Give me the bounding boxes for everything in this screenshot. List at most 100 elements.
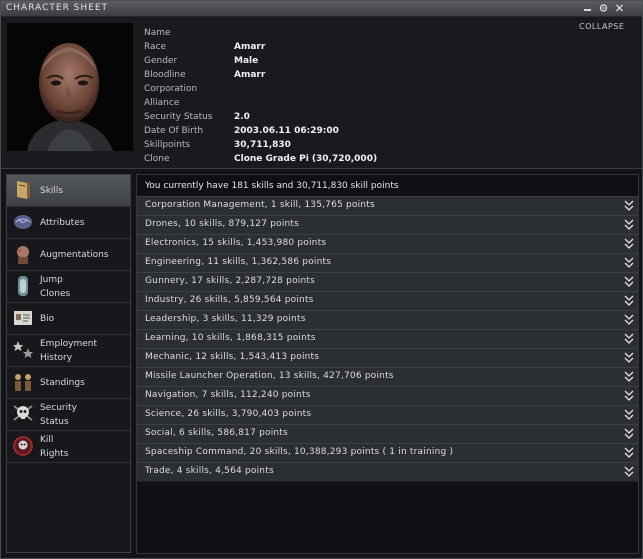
sidebar-nav: Skills Attributes Augmentations Jump Clo… <box>6 174 131 553</box>
info-label: Skillpoints <box>144 140 191 150</box>
info-value: 2003.06.11 06:29:00 <box>234 126 339 136</box>
chevron-down-icon[interactable] <box>623 446 635 459</box>
info-label: Corporation <box>144 84 198 94</box>
skill-group-label: Electronics, 15 skills, 1,453,980 points <box>145 238 327 248</box>
chevron-down-icon[interactable] <box>623 237 635 250</box>
skill-group-label: Gunnery, 17 skills, 2,287,728 points <box>145 276 316 286</box>
skill-group-label: Social, 6 skills, 586,817 points <box>145 428 288 438</box>
chevron-down-icon[interactable] <box>623 199 635 212</box>
chevron-down-icon[interactable] <box>623 427 635 440</box>
sidebar-item-attributes[interactable]: Attributes <box>7 207 130 239</box>
info-value: Male <box>234 56 259 66</box>
info-label: Clone <box>144 154 170 164</box>
augmentations-head-icon <box>11 242 35 266</box>
sidebar-item-label: Augmentations <box>40 249 109 260</box>
skill-group-label: Industry, 26 skills, 5,859,564 points <box>145 295 314 305</box>
info-row-date-of-birth: Date Of Birth 2003.06.11 06:29:00 <box>144 124 574 138</box>
sidebar-item-skills[interactable]: Skills <box>7 175 130 207</box>
info-row-race: Race Amarr <box>144 40 574 54</box>
skill-group-row[interactable]: Spaceship Command, 20 skills, 10,388,293… <box>137 443 638 463</box>
info-row-gender: Gender Male <box>144 54 574 68</box>
skill-group-label: Leadership, 3 skills, 11,329 points <box>145 314 306 324</box>
skill-group-label: Trade, 4 skills, 4,564 points <box>145 466 274 476</box>
info-label: Date Of Birth <box>144 126 204 136</box>
close-icon[interactable] <box>614 3 625 13</box>
skill-group-row[interactable]: Mechanic, 12 skills, 1,543,413 points <box>137 348 638 368</box>
skill-group-row[interactable]: Missile Launcher Operation, 13 skills, 4… <box>137 367 638 387</box>
skill-group-label: Missile Launcher Operation, 13 skills, 4… <box>145 371 394 381</box>
clone-vat-icon <box>11 274 35 298</box>
sidebar-item-bio[interactable]: Bio <box>7 303 130 335</box>
info-label: Security Status <box>144 112 213 122</box>
chevron-down-icon[interactable] <box>623 370 635 383</box>
info-value: Amarr <box>234 70 266 80</box>
character-portrait <box>7 23 133 151</box>
info-label: Race <box>144 42 167 52</box>
info-row-corporation: Corporation <box>144 82 574 96</box>
info-row-security-status: Security Status 2.0 <box>144 110 574 124</box>
skills-book-icon <box>11 178 35 202</box>
settings-icon[interactable] <box>598 3 609 13</box>
skill-group-row[interactable]: Learning, 10 skills, 1,868,315 points <box>137 329 638 349</box>
chevron-down-icon[interactable] <box>623 408 635 421</box>
standings-people-icon <box>11 370 35 394</box>
info-row-alliance: Alliance <box>144 96 574 110</box>
skill-group-label: Engineering, 11 skills, 1,362,586 points <box>145 257 332 267</box>
sidebar-item-label: Standings <box>40 377 85 388</box>
sidebar-item-label: Employment <box>40 338 98 349</box>
info-row-skillpoints: Skillpoints 30,711,830 <box>144 138 574 152</box>
sidebar-item-augmentations[interactable]: Augmentations <box>7 239 130 271</box>
security-skull-icon <box>11 402 35 426</box>
skill-group-label: Corporation Management, 1 skill, 135,765… <box>145 200 375 210</box>
employment-stars-icon <box>11 338 35 362</box>
skill-group-row[interactable]: Drones, 10 skills, 879,127 points <box>137 215 638 235</box>
chevron-down-icon[interactable] <box>623 465 635 478</box>
sidebar-item-label: Kill <box>40 434 54 445</box>
skill-group-label: Learning, 10 skills, 1,868,315 points <box>145 333 316 343</box>
skill-group-row[interactable]: Leadership, 3 skills, 11,329 points <box>137 310 638 330</box>
chevron-down-icon[interactable] <box>623 332 635 345</box>
info-value: Clone Grade Pi (30,720,000) <box>234 154 378 164</box>
sidebar-item-kill-rights[interactable]: Kill Rights <box>7 431 130 463</box>
chevron-down-icon[interactable] <box>623 351 635 364</box>
skill-group-row[interactable]: Electronics, 15 skills, 1,453,980 points <box>137 234 638 254</box>
info-row-name: Name <box>144 26 574 40</box>
skill-group-row[interactable]: Corporation Management, 1 skill, 135,765… <box>137 196 638 216</box>
info-row-clone: Clone Clone Grade Pi (30,720,000) <box>144 152 574 166</box>
skill-group-label: Mechanic, 12 skills, 1,543,413 points <box>145 352 320 362</box>
info-label: Name <box>144 28 171 38</box>
sidebar-item-employment-history[interactable]: Employment History <box>7 335 130 367</box>
attributes-brain-icon <box>11 210 35 234</box>
sidebar-item-jump-clones[interactable]: Jump Clones <box>7 271 130 303</box>
chevron-down-icon[interactable] <box>623 218 635 231</box>
skill-group-row[interactable]: Navigation, 7 skills, 112,240 points <box>137 386 638 406</box>
sidebar-item-label: Jump <box>40 274 63 285</box>
chevron-down-icon[interactable] <box>623 313 635 326</box>
skill-group-row[interactable]: Engineering, 11 skills, 1,362,586 points <box>137 253 638 273</box>
skill-group-row[interactable]: Gunnery, 17 skills, 2,287,728 points <box>137 272 638 292</box>
sidebar-item-security-status[interactable]: Security Status <box>7 399 130 431</box>
sidebar-item-standings[interactable]: Standings <box>7 367 130 399</box>
chevron-down-icon[interactable] <box>623 294 635 307</box>
minimize-icon[interactable] <box>582 3 593 13</box>
bio-card-icon <box>11 306 35 330</box>
skill-group-label: Science, 26 skills, 3,790,403 points <box>145 409 312 419</box>
skill-group-label: Navigation, 7 skills, 112,240 points <box>145 390 311 400</box>
skill-group-row[interactable]: Trade, 4 skills, 4,564 points <box>137 462 638 482</box>
skill-group-row[interactable]: Science, 26 skills, 3,790,403 points <box>137 405 638 425</box>
info-label: Bloodline <box>144 70 186 80</box>
info-row-bloodline: Bloodline Amarr <box>144 68 574 82</box>
chevron-down-icon[interactable] <box>623 389 635 402</box>
sidebar-item-label-line2: Rights <box>40 448 69 459</box>
skill-group-row[interactable]: Social, 6 skills, 586,817 points <box>137 424 638 444</box>
kill-rights-icon <box>11 434 35 458</box>
chevron-down-icon[interactable] <box>623 275 635 288</box>
sidebar-item-label: Bio <box>40 313 55 324</box>
title-bar[interactable]: CHARACTER SHEET <box>1 1 642 17</box>
skill-group-row[interactable]: Industry, 26 skills, 5,859,564 points <box>137 291 638 311</box>
chevron-down-icon[interactable] <box>623 256 635 269</box>
skill-group-label: Drones, 10 skills, 879,127 points <box>145 219 300 229</box>
sidebar-item-label-line2: Clones <box>40 288 71 299</box>
collapse-button[interactable]: COLLAPSE <box>579 22 624 31</box>
window-title: CHARACTER SHEET <box>6 3 109 13</box>
